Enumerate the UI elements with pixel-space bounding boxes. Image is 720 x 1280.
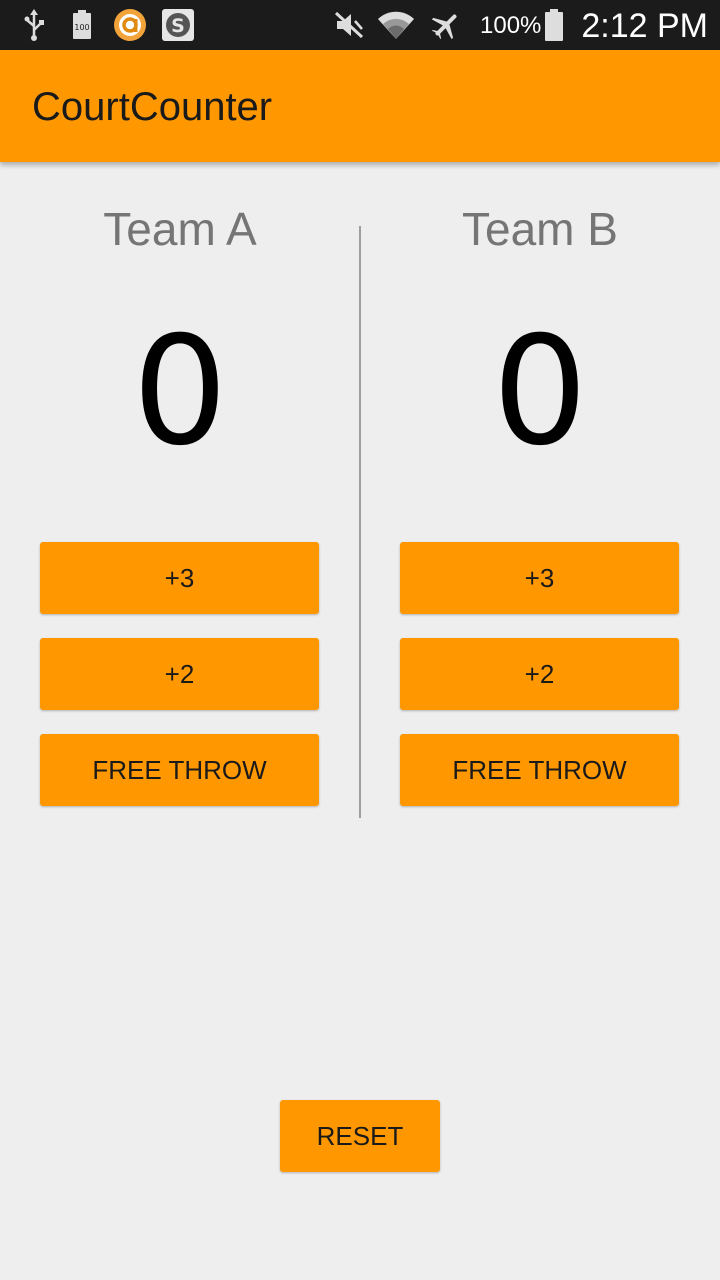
- status-bar: 100 S 100% 2:12 PM: [0, 0, 720, 50]
- wifi-icon: [376, 8, 416, 42]
- svg-text:S: S: [171, 15, 185, 37]
- team-b-plus-two-button[interactable]: +2: [400, 638, 679, 710]
- team-b-score: 0: [492, 305, 588, 479]
- team-a-score: 0: [132, 305, 228, 479]
- team-b-name: Team B: [462, 203, 618, 255]
- team-b-panel: Team B 0 +3 +2 FREE THROW: [360, 162, 720, 862]
- team-a-name: Team A: [103, 203, 257, 255]
- app-bar: CourtCounter: [0, 50, 720, 162]
- status-clock: 2:12 PM: [581, 7, 708, 45]
- battery-percent: 100%: [480, 12, 542, 39]
- usb-icon: [20, 8, 48, 42]
- battery-icon: [542, 8, 566, 42]
- svg-text:100: 100: [74, 23, 89, 32]
- reset-button[interactable]: RESET: [280, 1100, 440, 1172]
- team-b-plus-three-button[interactable]: +3: [400, 542, 679, 614]
- battery-100-icon: 100: [70, 8, 94, 42]
- team-a-plus-three-button[interactable]: +3: [40, 542, 319, 614]
- airplane-icon: [428, 8, 464, 42]
- team-a-plus-two-button[interactable]: +2: [40, 638, 319, 710]
- team-a-panel: Team A 0 +3 +2 FREE THROW: [0, 162, 360, 862]
- app-s-icon: S: [160, 8, 196, 42]
- team-b-free-throw-button[interactable]: FREE THROW: [400, 734, 679, 806]
- app-title: CourtCounter: [32, 85, 273, 129]
- team-a-free-throw-button[interactable]: FREE THROW: [40, 734, 319, 806]
- mute-icon: [332, 8, 366, 42]
- app-a-icon: [112, 8, 148, 42]
